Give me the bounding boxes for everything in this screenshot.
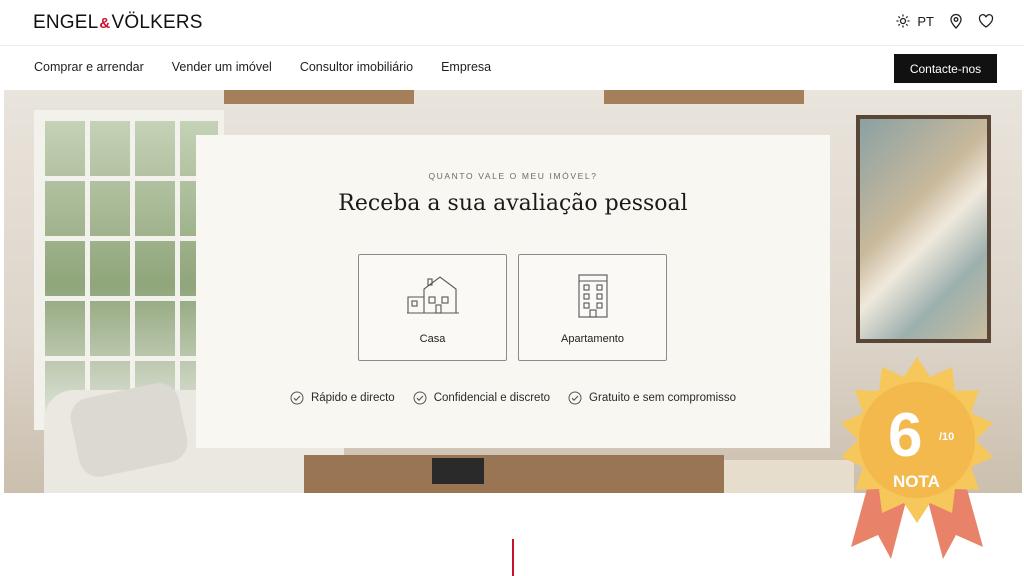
feature-item: Confidencial e discreto xyxy=(413,391,550,405)
feature-label: Rápido e directo xyxy=(310,392,395,404)
brand-logo[interactable]: ENGEL&VÖLKERS xyxy=(33,12,203,34)
option-casa[interactable]: Casa xyxy=(358,254,507,361)
wall-painting xyxy=(856,115,991,343)
main-nav: Comprar e arrendar Vender um imóvel Cons… xyxy=(0,47,1024,90)
top-actions: PT xyxy=(895,13,994,29)
feature-item: Rápido e directo xyxy=(290,391,395,405)
nav-links: Comprar e arrendar Vender um imóvel Cons… xyxy=(34,60,491,74)
nav-item-comprar[interactable]: Comprar e arrendar xyxy=(34,60,144,74)
feature-list: Rápido e directo Confidencial e discreto… xyxy=(196,391,830,405)
feature-item: Gratuito e sem compromisso xyxy=(568,391,736,405)
check-circle-icon xyxy=(413,391,427,405)
rating-out-of: /10 xyxy=(939,431,955,443)
logo-text-left: ENGEL xyxy=(33,12,99,33)
language-label: PT xyxy=(917,13,934,29)
logo-text-right: VÖLKERS xyxy=(111,12,203,33)
check-circle-icon xyxy=(568,391,582,405)
nav-item-vender[interactable]: Vender um imóvel xyxy=(172,60,272,74)
logo-ampersand: & xyxy=(99,15,111,32)
heart-icon[interactable] xyxy=(978,13,994,29)
rating-label: NOTA xyxy=(893,472,940,491)
ceiling-beam xyxy=(224,90,414,104)
gear-icon xyxy=(896,14,910,28)
valuation-card: QUANTO VALE O MEU IMÓVEL? Receba a sua a… xyxy=(196,135,830,448)
house-icon xyxy=(406,276,459,314)
check-circle-icon xyxy=(290,391,304,405)
apartment-icon xyxy=(577,274,608,318)
contact-button[interactable]: Contacte-nos xyxy=(894,54,997,83)
language-selector[interactable]: PT xyxy=(895,13,934,29)
feature-label: Confidencial e discreto xyxy=(433,392,551,404)
feature-label: Gratuito e sem compromisso xyxy=(589,392,737,404)
book xyxy=(432,458,484,484)
location-icon[interactable] xyxy=(948,13,964,29)
nav-item-empresa[interactable]: Empresa xyxy=(441,60,491,74)
ceiling-beam xyxy=(604,90,804,104)
nav-item-consultor[interactable]: Consultor imobiliário xyxy=(300,60,413,74)
coffee-table xyxy=(304,455,724,493)
option-apartamento[interactable]: Apartamento xyxy=(518,254,667,361)
valuation-eyebrow: QUANTO VALE O MEU IMÓVEL? xyxy=(428,171,598,181)
rating-score: 6 xyxy=(888,401,923,470)
valuation-title: Receba a sua avaliação pessoal xyxy=(338,191,688,216)
option-casa-label: Casa xyxy=(419,333,446,345)
option-apartamento-label: Apartamento xyxy=(561,333,624,345)
scroll-indicator xyxy=(512,539,514,576)
top-bar: ENGEL&VÖLKERS PT xyxy=(0,0,1024,46)
